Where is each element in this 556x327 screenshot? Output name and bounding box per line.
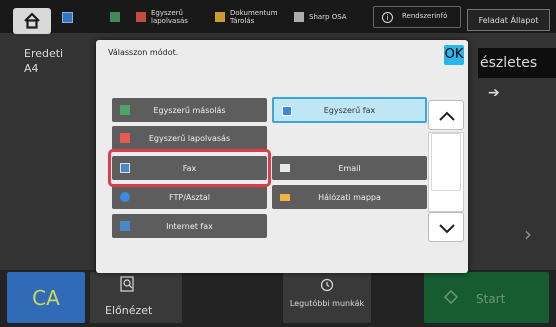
option-easy-fax[interactable]: Egyszerű fax — [272, 97, 427, 123]
start-label: Start — [476, 292, 506, 306]
option-label: Egyszerű másolás — [153, 105, 226, 115]
recent-jobs-button[interactable]: Legutóbbi munkák — [283, 272, 371, 323]
topbar-document-filing[interactable]: Dokumentum Tárolás — [215, 6, 290, 28]
preview-label: Előnézet — [105, 304, 153, 317]
chevron-right-icon[interactable]: › — [524, 222, 532, 246]
ok-button[interactable]: OK — [444, 45, 464, 65]
copy-shortcut-icon — [110, 12, 120, 22]
chevron-down-icon — [439, 224, 455, 234]
topbar-easy-scan-label: Egyszerű lapolvasás — [151, 9, 188, 25]
top-bar: Egyszerű lapolvasás Dokumentum Tárolás S… — [0, 0, 556, 34]
internet-fax-icon — [120, 221, 130, 231]
scan-icon — [120, 133, 130, 143]
scrollbar-thumb[interactable] — [431, 133, 461, 191]
arrow-right-icon: ➔ — [488, 85, 500, 101]
detail-label: észletes — [480, 55, 538, 71]
scroll-up-button[interactable] — [428, 100, 464, 130]
topbar-easy-scan[interactable]: Egyszerű lapolvasás — [136, 6, 211, 28]
ftp-icon — [120, 192, 130, 202]
option-network-folder[interactable]: Hálózati mappa — [272, 185, 427, 209]
option-label: Egyszerű lapolvasás — [148, 133, 231, 143]
option-label: Hálózati mappa — [318, 192, 381, 202]
topbar-shortcut-1[interactable] — [110, 6, 136, 28]
fax-highlight-frame — [108, 149, 271, 187]
ca-button[interactable]: CA — [7, 272, 85, 323]
system-info-button[interactable]: i Rendszerinfó — [373, 6, 461, 28]
fax-icon — [282, 106, 292, 116]
topbar-sharp-osa[interactable]: Sharp OSA — [294, 6, 369, 28]
home-button[interactable] — [13, 8, 51, 34]
option-easy-scan[interactable]: Egyszerű lapolvasás — [112, 126, 267, 150]
folder-icon — [215, 12, 225, 22]
scroll-down-button[interactable] — [428, 212, 464, 242]
osa-icon — [294, 12, 304, 22]
history-icon — [320, 278, 334, 292]
preview-icon — [120, 276, 134, 292]
job-status-button[interactable]: Feladat Állapot — [467, 9, 550, 31]
folder-icon — [280, 194, 290, 201]
home-icon — [24, 12, 40, 29]
original-value: A4 — [24, 62, 39, 75]
detail-button[interactable]: észletes ➔ — [478, 48, 556, 101]
option-label: Email — [338, 163, 361, 173]
scan-icon — [136, 12, 146, 22]
recent-jobs-label: Legutóbbi munkák — [289, 299, 365, 308]
original-label: Eredeti — [24, 47, 64, 60]
system-info-label: Rendszerinfó — [402, 12, 448, 20]
dialog-title: Válasszon módot. — [108, 48, 179, 57]
option-internet-fax[interactable]: Internet fax — [112, 214, 267, 238]
option-email[interactable]: Email — [272, 156, 427, 180]
mode-icon[interactable] — [62, 12, 73, 23]
topbar-sharp-osa-label: Sharp OSA — [309, 13, 347, 21]
option-easy-copy[interactable]: Egyszerű másolás — [112, 98, 267, 122]
option-ftp-desktop[interactable]: FTP/Asztal — [112, 185, 267, 209]
start-icon — [444, 290, 458, 304]
info-icon: i — [382, 12, 393, 23]
option-label: FTP/Asztal — [169, 192, 210, 202]
topbar-document-filing-label: Dokumentum Tárolás — [230, 9, 278, 25]
chevron-up-icon — [439, 111, 455, 121]
option-label: Egyszerű fax — [323, 105, 376, 115]
original-size[interactable]: Eredeti A4 — [24, 46, 63, 76]
copy-icon — [120, 105, 130, 115]
preview-button[interactable]: Előnézet — [90, 272, 182, 323]
start-button[interactable]: Start — [424, 272, 549, 323]
email-icon — [280, 164, 290, 172]
option-label: Internet fax — [166, 221, 213, 231]
